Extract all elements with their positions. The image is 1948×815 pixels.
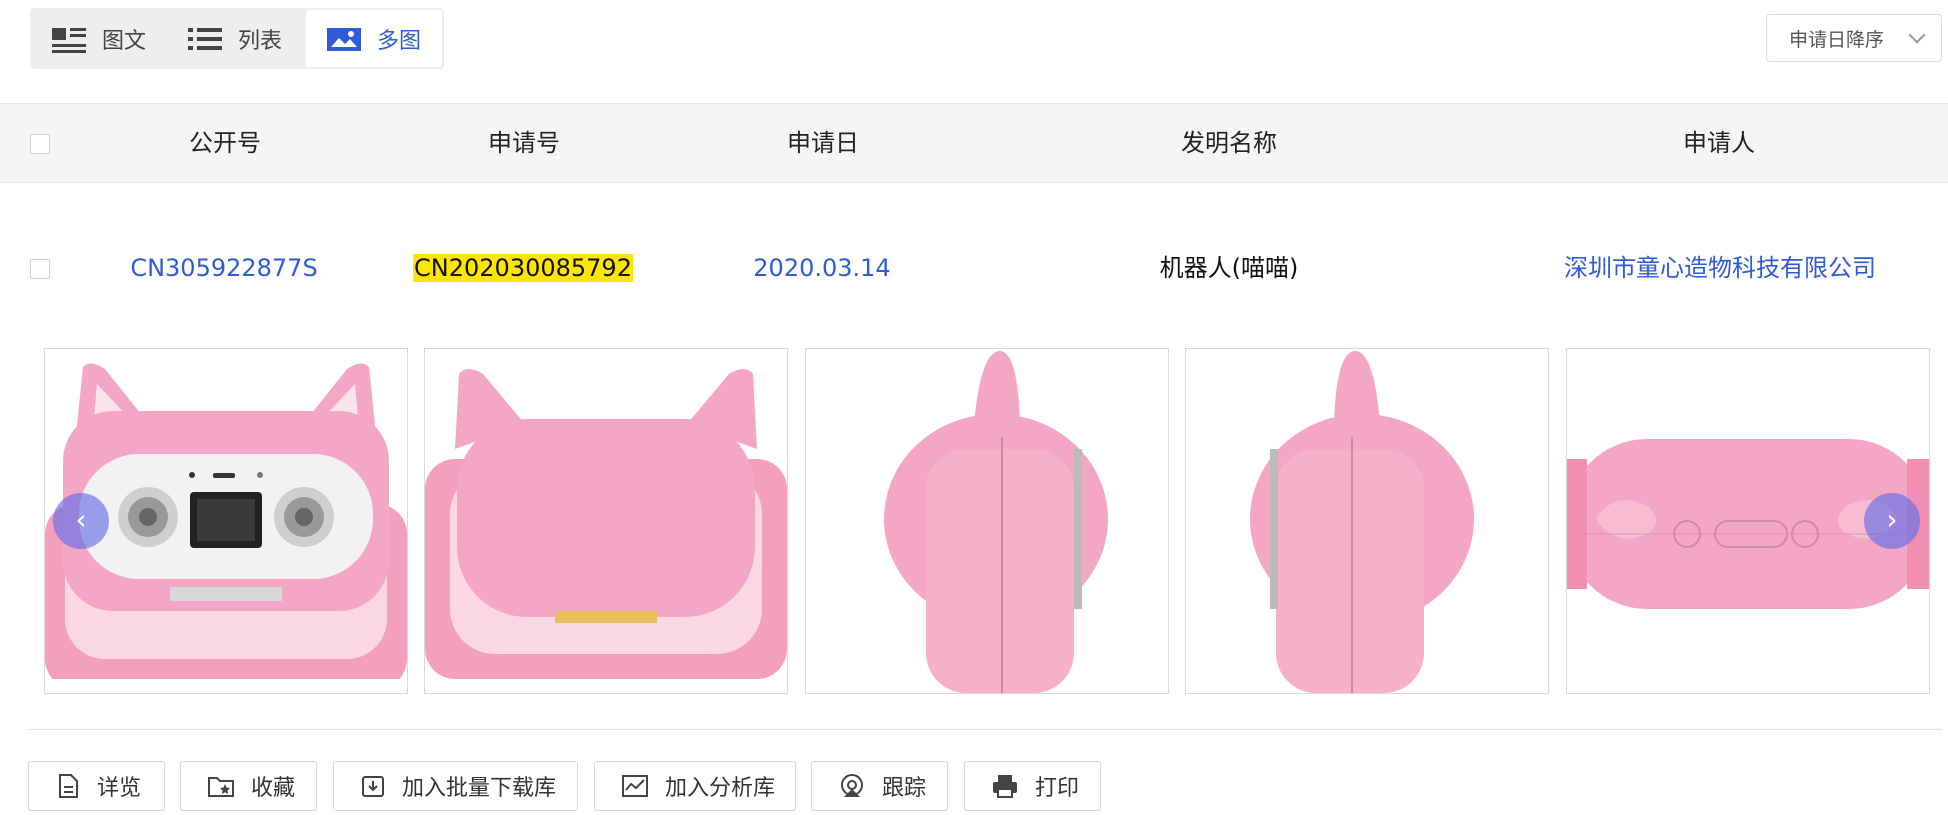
document-icon <box>59 774 78 798</box>
design-image-left[interactable] <box>805 348 1169 694</box>
add-analysis-label: 加入分析库 <box>665 776 776 801</box>
print-label: 打印 <box>1035 776 1080 801</box>
publication-no-link[interactable]: CN305922877S <box>130 250 317 286</box>
sort-select-label: 申请日降序 <box>1789 28 1885 51</box>
divider <box>28 729 1942 730</box>
batch-download-label: 加入批量下载库 <box>402 776 557 801</box>
chart-icon <box>622 775 648 797</box>
invention-title: 机器人(喵喵) <box>1159 254 1299 282</box>
print-button[interactable]: 打印 <box>964 761 1101 811</box>
view-multi-image-button[interactable]: 多图 <box>306 10 442 67</box>
track-label: 跟踪 <box>882 776 927 801</box>
favorite-label: 收藏 <box>251 776 296 801</box>
header-applicant[interactable]: 申请人 <box>1683 104 1755 182</box>
design-image-right[interactable] <box>1185 348 1549 694</box>
view-toggle: 图文 列表 多图 <box>30 8 444 69</box>
header-publication-no[interactable]: 公开号 <box>189 104 261 182</box>
view-list-button[interactable]: 列表 <box>188 8 282 69</box>
application-date-link[interactable]: 2020.03.14 <box>753 250 890 286</box>
carousel-prev-button[interactable]: ‹ <box>53 493 109 549</box>
batch-download-button[interactable]: 加入批量下载库 <box>333 761 578 811</box>
applicant-link[interactable]: 深圳市童心造物科技有限公司 <box>1564 250 1876 286</box>
carousel-next-button[interactable]: › <box>1864 493 1920 549</box>
header-title[interactable]: 发明名称 <box>1181 104 1277 182</box>
application-no-highlight: CN202030085792 <box>413 254 633 282</box>
row-checkbox[interactable] <box>30 259 50 279</box>
printer-icon <box>993 775 1017 798</box>
add-analysis-button[interactable]: 加入分析库 <box>594 761 796 811</box>
download-icon <box>362 776 384 797</box>
view-multi-image-label: 多图 <box>376 28 421 54</box>
favorite-button[interactable]: 收藏 <box>180 761 317 811</box>
header-application-date[interactable]: 申请日 <box>787 104 859 182</box>
track-icon <box>841 774 863 797</box>
select-all-checkbox[interactable] <box>30 134 50 154</box>
view-list-label: 列表 <box>238 28 283 54</box>
folder-star-icon <box>208 777 234 797</box>
detail-button[interactable]: 详览 <box>28 761 165 811</box>
chevron-down-icon <box>1908 26 1926 44</box>
sort-select[interactable]: 申请日降序 <box>1766 14 1942 62</box>
track-button[interactable]: 跟踪 <box>811 761 948 811</box>
list-icon <box>188 25 222 53</box>
view-image-text-label: 图文 <box>102 28 147 54</box>
multi-image-icon <box>326 25 361 53</box>
image-text-icon <box>52 25 86 53</box>
detail-label: 详览 <box>97 776 142 801</box>
view-image-text-button[interactable]: 图文 <box>52 8 146 69</box>
table-header: 公开号 申请号 申请日 发明名称 申请人 <box>0 103 1948 183</box>
design-image-rear[interactable] <box>424 348 788 694</box>
header-application-no[interactable]: 申请号 <box>488 104 560 182</box>
